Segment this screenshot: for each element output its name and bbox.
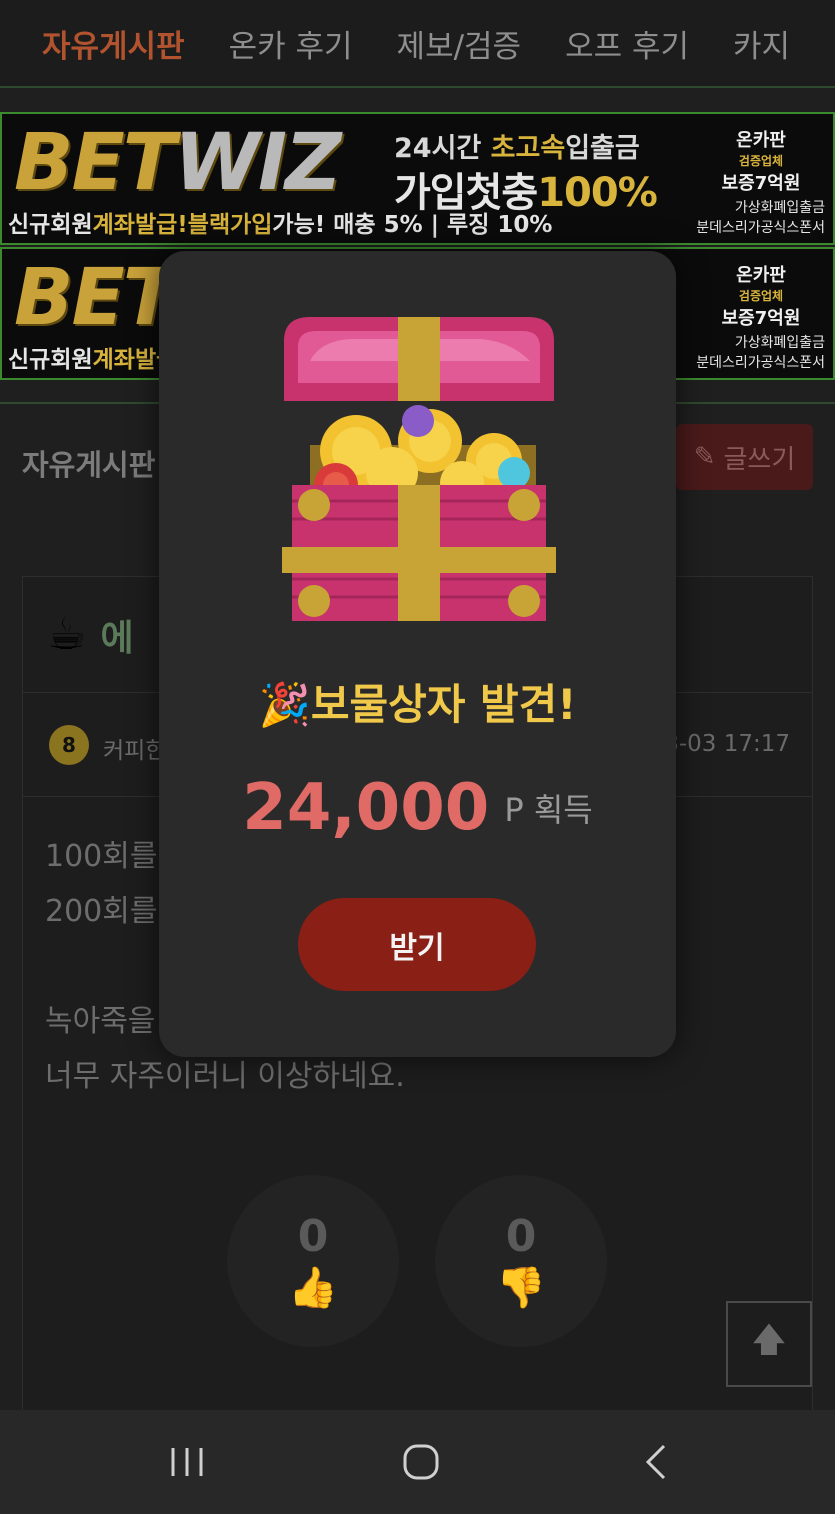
- system-navigation-bar: [0, 1410, 835, 1514]
- modal-title: 🎉보물상자 발견!: [258, 680, 577, 729]
- back-icon: [645, 1444, 666, 1480]
- reward-amount: 24,000 P 획득: [159, 771, 676, 845]
- recent-apps-icon: [171, 1448, 203, 1476]
- home-button[interactable]: [381, 1436, 461, 1488]
- points-unit: P 획득: [504, 791, 593, 829]
- recent-apps-button[interactable]: [147, 1436, 227, 1488]
- home-icon: [403, 1444, 439, 1480]
- treasure-modal: 🎉보물상자 발견! 24,000 P 획득 받기: [159, 251, 676, 1057]
- back-button[interactable]: [616, 1436, 696, 1488]
- points-amount: 24,000: [242, 771, 490, 845]
- treasure-chest-icon: [282, 317, 556, 621]
- page: 자유게시판 온카 후기 제보/검증 오프 후기 카지 BETWIZ 24시간 초…: [0, 0, 835, 1514]
- claim-button[interactable]: 받기: [298, 898, 536, 991]
